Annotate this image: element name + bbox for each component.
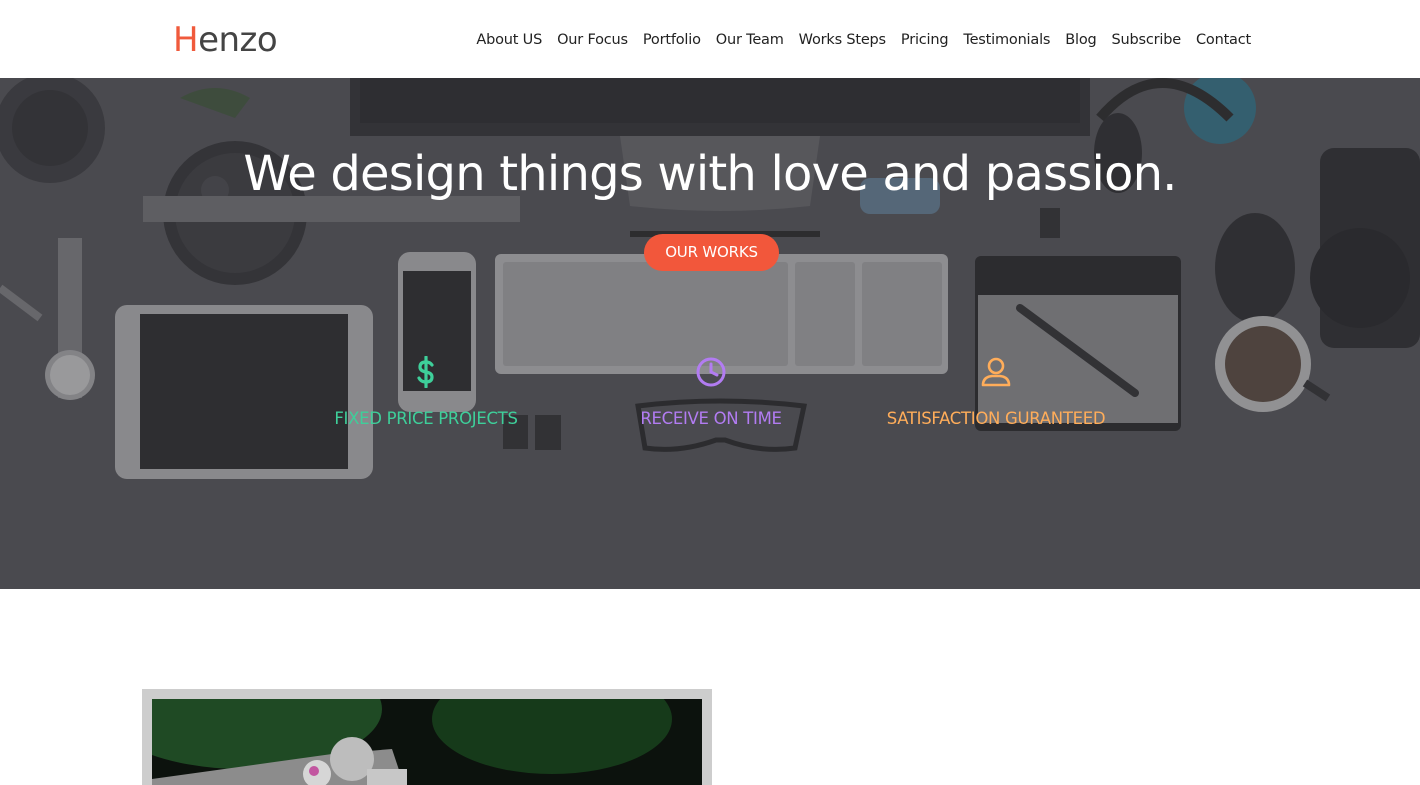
nav-item-portfolio[interactable]: Portfolio: [643, 30, 701, 50]
nav-item-testimonials[interactable]: Testimonials: [963, 30, 1050, 50]
feature-label-satisfaction: SATISFACTION GURANTEED: [886, 409, 1106, 428]
nav-item-pricing[interactable]: Pricing: [901, 30, 949, 50]
main-nav: About US Our Focus Portfolio Our Team Wo…: [476, 30, 1251, 50]
feature-label-fixed-price: FIXED PRICE PROJECTS: [334, 409, 518, 428]
user-icon: [981, 357, 1011, 387]
nav-item-contact[interactable]: Contact: [1196, 30, 1251, 50]
feature-label-receive-on-time: RECEIVE ON TIME: [640, 409, 782, 428]
logo[interactable]: Henzo: [173, 20, 278, 60]
hero-title: We design things with love and passion.: [243, 146, 1177, 202]
dollar-icon: [417, 356, 434, 388]
nav-item-about-us[interactable]: About US: [476, 30, 542, 50]
nav-item-subscribe[interactable]: Subscribe: [1112, 30, 1182, 50]
clock-icon: [696, 357, 726, 387]
nav-item-blog[interactable]: Blog: [1065, 30, 1096, 50]
portfolio-image[interactable]: [152, 699, 702, 785]
nav-item-our-team[interactable]: Our Team: [716, 30, 784, 50]
site-header: Henzo About US Our Focus Portfolio Our T…: [0, 0, 1420, 78]
logo-text: enzo: [198, 20, 278, 60]
logo-initial: H: [173, 20, 199, 60]
hero-section: We design things with love and passion. …: [0, 78, 1420, 589]
portfolio-image-frame: [142, 689, 712, 785]
portfolio-image-art: [152, 699, 702, 785]
nav-item-works-steps[interactable]: Works Steps: [799, 30, 886, 50]
nav-item-our-focus[interactable]: Our Focus: [557, 30, 628, 50]
our-works-button[interactable]: OUR WORKS: [644, 234, 779, 271]
